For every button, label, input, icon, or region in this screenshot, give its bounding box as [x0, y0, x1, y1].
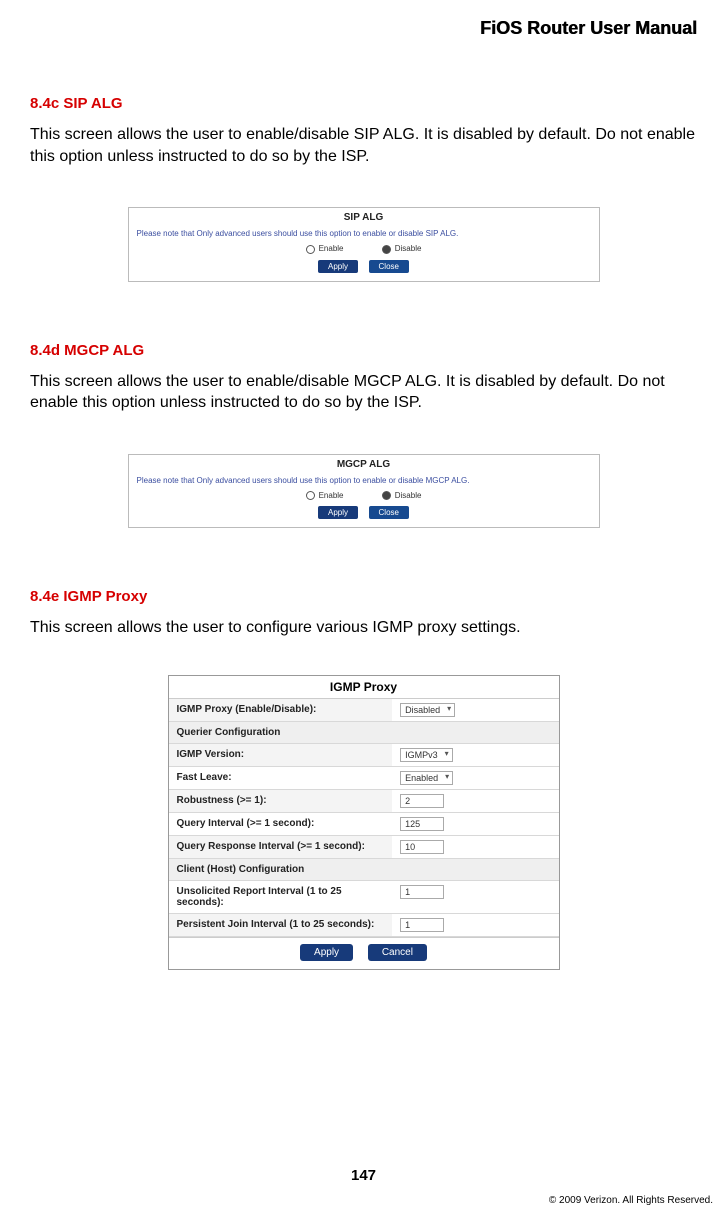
- query-interval-input[interactable]: 125: [400, 817, 444, 831]
- igmp-version-select[interactable]: IGMPv3: [400, 748, 453, 762]
- sip-alg-note: Please note that Only advanced users sho…: [129, 227, 599, 240]
- row-label: IGMP Version:: [169, 744, 393, 766]
- igmp-panel-title: IGMP Proxy: [169, 676, 559, 699]
- section-body-igmp: This screen allows the user to configure…: [30, 617, 697, 639]
- mgcp-close-button[interactable]: Close: [369, 506, 409, 519]
- row-label: Query Response Interval (>= 1 second):: [169, 836, 393, 858]
- table-row: Querier Configuration: [169, 722, 559, 744]
- section-body-sip: This screen allows the user to enable/di…: [30, 124, 697, 167]
- sip-enable-option[interactable]: Enable: [306, 244, 344, 253]
- igmp-cancel-button[interactable]: Cancel: [368, 944, 427, 961]
- radio-icon: [306, 245, 315, 254]
- radio-icon: [382, 491, 391, 500]
- section-heading-mgcp: 8.4d MGCP ALG: [30, 342, 697, 359]
- fast-leave-select[interactable]: Enabled: [400, 771, 453, 785]
- row-label: Query Interval (>= 1 second):: [169, 813, 393, 835]
- row-label: Robustness (>= 1):: [169, 790, 393, 812]
- table-row: IGMP Version: IGMPv3: [169, 744, 559, 767]
- row-label: Persistent Join Interval (1 to 25 second…: [169, 914, 393, 936]
- copyright-text: © 2009 Verizon. All Rights Reserved.: [549, 1195, 713, 1206]
- sip-disable-option[interactable]: Disable: [382, 244, 422, 253]
- sip-alg-title: SIP ALG: [129, 208, 599, 227]
- page-header-title: FiOS Router User Manual: [30, 18, 697, 39]
- igmp-proxy-panel: IGMP Proxy IGMP Proxy (Enable/Disable): …: [168, 675, 560, 970]
- sip-enable-label: Enable: [319, 244, 344, 253]
- robustness-input[interactable]: 2: [400, 794, 444, 808]
- sip-close-button[interactable]: Close: [369, 260, 409, 273]
- row-label: Unsolicited Report Interval (1 to 25 sec…: [169, 881, 393, 913]
- sip-disable-label: Disable: [395, 244, 422, 253]
- page-number: 147: [0, 1167, 727, 1184]
- mgcp-alg-note: Please note that Only advanced users sho…: [129, 474, 599, 487]
- table-row: Query Response Interval (>= 1 second): 1…: [169, 836, 559, 859]
- row-label: IGMP Proxy (Enable/Disable):: [169, 699, 393, 721]
- section-heading-igmp: 8.4e IGMP Proxy: [30, 588, 697, 605]
- row-label: Querier Configuration: [169, 722, 559, 743]
- mgcp-enable-option[interactable]: Enable: [306, 491, 344, 500]
- table-row: Persistent Join Interval (1 to 25 second…: [169, 914, 559, 937]
- row-label: Client (Host) Configuration: [169, 859, 559, 880]
- mgcp-alg-panel: MGCP ALG Please note that Only advanced …: [128, 454, 600, 528]
- mgcp-disable-option[interactable]: Disable: [382, 491, 422, 500]
- sip-alg-radio-row: Enable Disable: [129, 240, 599, 255]
- mgcp-enable-label: Enable: [319, 491, 344, 500]
- table-row: Client (Host) Configuration: [169, 859, 559, 881]
- table-row: IGMP Proxy (Enable/Disable): Disabled: [169, 699, 559, 722]
- row-label: Fast Leave:: [169, 767, 393, 789]
- mgcp-disable-label: Disable: [395, 491, 422, 500]
- section-body-mgcp: This screen allows the user to enable/di…: [30, 371, 697, 414]
- table-row: Query Interval (>= 1 second): 125: [169, 813, 559, 836]
- table-row: Unsolicited Report Interval (1 to 25 sec…: [169, 881, 559, 914]
- table-row: Robustness (>= 1): 2: [169, 790, 559, 813]
- mgcp-apply-button[interactable]: Apply: [318, 506, 358, 519]
- mgcp-alg-radio-row: Enable Disable: [129, 487, 599, 502]
- igmp-proxy-select[interactable]: Disabled: [400, 703, 455, 717]
- table-row: Fast Leave: Enabled: [169, 767, 559, 790]
- sip-alg-panel: SIP ALG Please note that Only advanced u…: [128, 207, 600, 281]
- radio-icon: [382, 245, 391, 254]
- persistent-input[interactable]: 1: [400, 918, 444, 932]
- unsolicited-input[interactable]: 1: [400, 885, 444, 899]
- section-heading-sip: 8.4c SIP ALG: [30, 95, 697, 112]
- sip-apply-button[interactable]: Apply: [318, 260, 358, 273]
- mgcp-alg-title: MGCP ALG: [129, 455, 599, 474]
- query-response-input[interactable]: 10: [400, 840, 444, 854]
- igmp-apply-button[interactable]: Apply: [300, 944, 353, 961]
- radio-icon: [306, 491, 315, 500]
